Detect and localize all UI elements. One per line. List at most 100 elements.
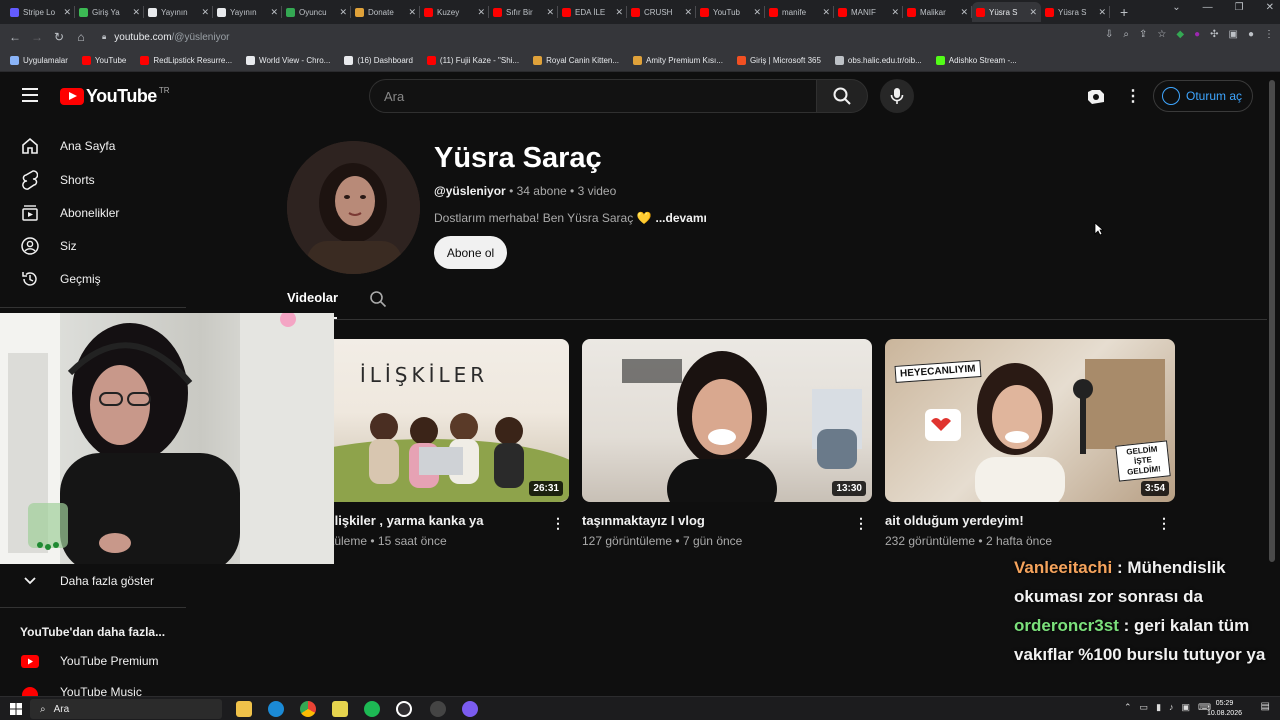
youtube-logo[interactable]: YouTube TR	[60, 86, 170, 107]
video-thumbnail[interactable]: 13:30	[582, 339, 872, 502]
tab-close-icon[interactable]: ✕	[684, 7, 692, 18]
profile-icon[interactable]: ●	[1248, 29, 1254, 40]
browser-tab[interactable]: Yüsra S ✕	[972, 2, 1041, 22]
sign-in-button[interactable]: Oturum aç	[1153, 80, 1253, 112]
file-explorer-icon[interactable]	[236, 701, 252, 717]
share-icon[interactable]: ⇪	[1139, 29, 1147, 40]
video-menu-icon[interactable]: ⋮	[854, 515, 868, 532]
notification-icon[interactable]: ▤	[1261, 701, 1270, 712]
channel-search-icon[interactable]	[369, 290, 387, 313]
notes-icon[interactable]	[332, 701, 348, 717]
tab-close-icon[interactable]: ✕	[1029, 7, 1037, 18]
extension-icon-2[interactable]: ●	[1194, 29, 1200, 40]
browser-tab[interactable]: Yüsra S ✕	[1041, 2, 1110, 22]
tab-videos[interactable]: Videolar	[287, 290, 338, 305]
more-link[interactable]: ...devamı	[655, 211, 706, 225]
video-menu-icon[interactable]: ⋮	[1157, 515, 1171, 532]
browser-tab[interactable]: Donate ✕	[351, 2, 420, 22]
tab-close-icon[interactable]: ✕	[753, 7, 761, 18]
tab-close-icon[interactable]: ✕	[546, 7, 554, 18]
bookmark-item[interactable]: RedLipstick Resurre...	[140, 56, 232, 65]
lock-icon[interactable]: 🔒︎	[102, 32, 106, 42]
app-icon[interactable]	[430, 701, 446, 717]
browser-tab[interactable]: Yayının ✕	[213, 2, 282, 22]
windows-start-icon[interactable]	[10, 702, 22, 720]
spotify-icon[interactable]	[364, 701, 380, 717]
channel-description[interactable]: Dostlarım merhaba! Ben Yüsra Saraç 💛 ...d…	[434, 211, 707, 225]
new-tab-button[interactable]: +	[1120, 4, 1128, 20]
browser-tab[interactable]: Giriş Ya ✕	[75, 2, 144, 22]
video-menu-icon[interactable]: ⋮	[551, 515, 565, 532]
search-input[interactable]: Ara	[369, 79, 816, 113]
extension-icon[interactable]: ◆	[1176, 29, 1184, 40]
channel-avatar[interactable]	[287, 141, 420, 274]
sidebar-item-history[interactable]: Geçmiş	[0, 262, 186, 296]
restore-button[interactable]: ❐	[1235, 2, 1244, 13]
network-icon[interactable]: ▭	[1140, 702, 1149, 713]
bookmark-item[interactable]: (16) Dashboard	[344, 56, 413, 65]
browser-tab[interactable]: Kuzey ✕	[420, 2, 489, 22]
sidebar-item-home[interactable]: Ana Sayfa	[0, 129, 186, 163]
browser-tab[interactable]: Oyuncu ✕	[282, 2, 351, 22]
taskbar-clock[interactable]: 05:29 10.08.2026	[1207, 699, 1242, 719]
discord-icon[interactable]	[462, 701, 478, 717]
tab-close-icon[interactable]: ✕	[1098, 7, 1106, 18]
tab-close-icon[interactable]: ✕	[615, 7, 623, 18]
edge-icon[interactable]	[268, 701, 284, 717]
back-icon[interactable]: ←	[4, 30, 26, 44]
video-card[interactable]: 13:30 taşınmaktayız I vlog 127 görüntüle…	[582, 339, 872, 548]
browser-tab[interactable]: YouTub ✕	[696, 2, 765, 22]
tab-search-icon[interactable]: ⌄	[1172, 2, 1180, 13]
show-more-button[interactable]: Daha fazla göster	[0, 564, 186, 598]
browser-tab[interactable]: Malikar ✕	[903, 2, 972, 22]
browser-menu-icon[interactable]: ⋮	[1264, 29, 1274, 40]
sidebar-item-subscriptions[interactable]: Abonelikler	[0, 196, 186, 230]
extensions-puzzle-icon[interactable]: ✣	[1210, 29, 1218, 40]
subscribe-button[interactable]: Abone ol	[434, 236, 507, 269]
sidebar-item-shorts[interactable]: Shorts	[0, 163, 186, 197]
browser-tab[interactable]: manife ✕	[765, 2, 834, 22]
bookmark-item[interactable]: Uygulamalar	[10, 56, 68, 65]
minimize-button[interactable]: —	[1203, 2, 1213, 13]
bookmark-item[interactable]: Amity Premium Kısı...	[633, 56, 723, 65]
browser-tab[interactable]: Sıfır Bir ✕	[489, 2, 558, 22]
tab-close-icon[interactable]: ✕	[822, 7, 830, 18]
tab-close-icon[interactable]: ✕	[891, 7, 899, 18]
tray-chevron-icon[interactable]: ⌃	[1124, 702, 1132, 713]
video-card[interactable]: HEYECANLIYIM GELDİM İŞTE GELDİM! 3:54 ai…	[885, 339, 1175, 548]
tab-close-icon[interactable]: ✕	[270, 7, 278, 18]
page-scrollbar[interactable]	[1269, 80, 1275, 562]
tab-close-icon[interactable]: ✕	[477, 7, 485, 18]
tab-close-icon[interactable]: ✕	[63, 7, 71, 18]
video-title[interactable]: ait olduğum yerdeyim!	[885, 513, 1175, 528]
browser-tab[interactable]: Stripe Lo ✕	[6, 2, 75, 22]
taskbar-search[interactable]: ⌕ Ara	[30, 699, 222, 719]
video-title[interactable]: taşınmaktayız I vlog	[582, 513, 872, 528]
forward-icon[interactable]: →	[26, 30, 48, 44]
close-window-button[interactable]: ✕	[1266, 2, 1274, 13]
reload-icon[interactable]: ↻	[48, 30, 70, 44]
zoom-icon[interactable]: ⌕	[1123, 29, 1129, 40]
sidebar-item-youtube-music[interactable]: YouTube Music	[0, 677, 186, 697]
side-panel-icon[interactable]: ▣	[1229, 29, 1238, 40]
bookmark-item[interactable]: Royal Canin Kitten...	[533, 56, 619, 65]
bookmark-item[interactable]: (11) Fujii Kaze - "Shi...	[426, 56, 519, 65]
chrome-icon[interactable]	[300, 701, 316, 717]
browser-tab[interactable]: MANIF ✕	[834, 2, 903, 22]
tab-close-icon[interactable]: ✕	[960, 7, 968, 18]
settings-menu-icon[interactable]: ⋮	[1125, 86, 1141, 106]
display-icon[interactable]: ▣	[1182, 702, 1191, 713]
sidebar-item-youtube-premium[interactable]: YouTube Premium	[0, 644, 186, 678]
browser-tab[interactable]: EDA İLE ✕	[558, 2, 627, 22]
bookmark-item[interactable]: obs.halic.edu.tr/oib...	[834, 56, 922, 65]
search-button[interactable]	[816, 79, 868, 113]
install-icon[interactable]: ⇩	[1105, 29, 1113, 40]
tab-close-icon[interactable]: ✕	[339, 7, 347, 18]
obs-icon[interactable]	[396, 701, 412, 717]
voice-search-button[interactable]	[880, 79, 914, 113]
tab-close-icon[interactable]: ✕	[408, 7, 416, 18]
bookmark-item[interactable]: Adishko Stream -...	[935, 56, 1017, 65]
home-browser-icon[interactable]: ⌂	[70, 30, 92, 44]
address-bar[interactable]: 🔒︎ youtube.com/@yüsleniyor	[96, 27, 1276, 47]
sidebar-item-you[interactable]: Siz	[0, 229, 186, 263]
